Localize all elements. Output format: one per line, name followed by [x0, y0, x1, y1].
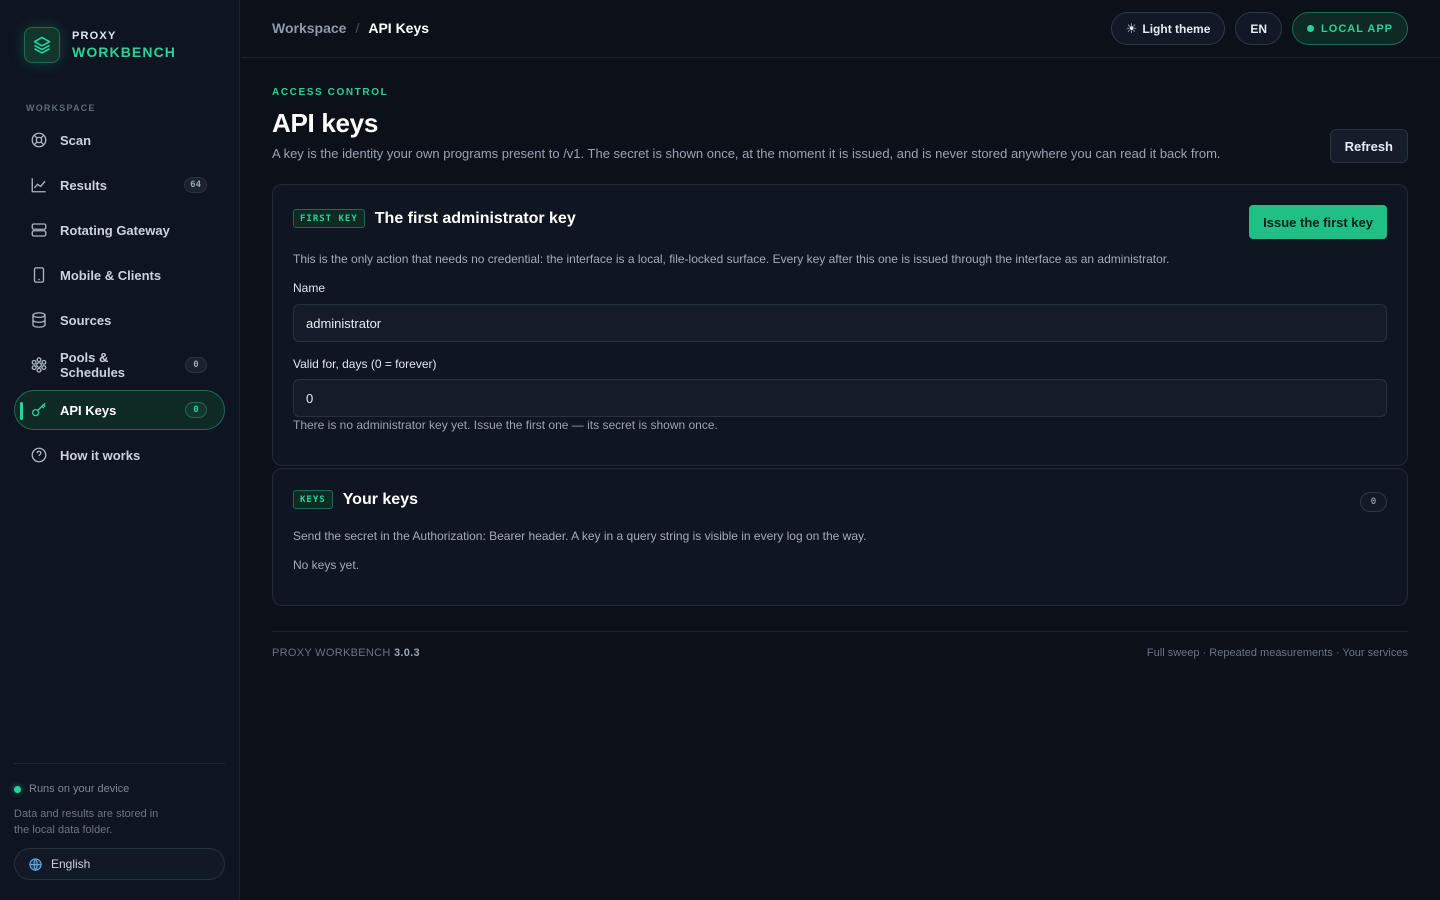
card-header: KEYS Your keys — [293, 490, 418, 509]
top-bar: Workspace / API Keys ☀ Light theme EN LO… — [241, 0, 1440, 58]
sidebar-item-scan[interactable]: Scan — [14, 120, 225, 160]
language-select-value: English — [51, 857, 91, 871]
valid-days-label: Valid for, days (0 = forever) — [293, 357, 437, 371]
page-description: A key is the identity your own programs … — [272, 146, 1221, 161]
sidebar-item-mobile-clients[interactable]: Mobile & Clients — [14, 255, 225, 295]
help-icon — [29, 445, 49, 465]
count-badge: 0 — [185, 357, 207, 373]
local-app-badge: LOCAL APP — [1292, 12, 1408, 45]
language-button[interactable]: EN — [1235, 12, 1283, 45]
top-actions: ☀ Light theme EN LOCAL APP — [1101, 12, 1408, 45]
sidebar-item-label-line2: Schedules — [60, 365, 126, 380]
name-field[interactable] — [293, 304, 1387, 342]
theme-toggle-button[interactable]: ☀ Light theme — [1110, 12, 1226, 45]
device-status-text: Runs on your device — [29, 783, 130, 795]
scan-icon — [29, 130, 49, 150]
footer-product: PROXY WORKBENCH 3.0.3 — [272, 647, 420, 659]
device-note: Data and results are stored in the local… — [14, 808, 159, 836]
page-title: API keys — [272, 108, 379, 138]
mobile-icon — [29, 265, 49, 285]
chart-icon — [29, 175, 49, 195]
cog-cluster-icon — [29, 355, 49, 375]
sidebar-item-label: Results — [60, 177, 107, 193]
keys-card: KEYS Your keys 0 Send the secret in the … — [272, 468, 1408, 606]
database-icon — [29, 310, 49, 330]
first-key-card: FIRST KEY The first administrator key Is… — [272, 184, 1408, 466]
sidebar-item-pools-schedules[interactable]: Pools & Schedules 0 — [14, 345, 225, 385]
keys-count-badge: 0 — [1360, 492, 1387, 512]
sidebar-item-how-it-works[interactable]: How it works — [14, 435, 225, 475]
section-eyebrow: ACCESS CONTROL — [272, 87, 389, 98]
sidebar-item-label: Pools & Schedules — [60, 350, 125, 380]
sidebar-item-label: Sources — [60, 312, 112, 328]
sidebar: PROXY WORKBENCH WORKSPACE Scan Results 6… — [0, 0, 240, 900]
brand[interactable]: PROXY WORKBENCH — [24, 27, 176, 63]
card-description: Send the secret in the Authorization: Be… — [293, 529, 867, 543]
valid-days-field[interactable] — [293, 379, 1387, 417]
sidebar-item-label: API Keys — [60, 402, 117, 418]
sidebar-item-sources[interactable]: Sources — [14, 300, 225, 340]
first-key-tag: FIRST KEY — [293, 209, 365, 228]
device-status: Runs on your device — [14, 783, 129, 795]
status-dot-icon — [14, 785, 21, 793]
breadcrumb-current: API Keys — [368, 20, 430, 36]
no-admin-key-hint: There is no administrator key yet. Issue… — [293, 418, 718, 432]
sidebar-item-results[interactable]: Results 64 — [14, 165, 225, 205]
card-title: Your keys — [342, 490, 418, 508]
footer-divider — [272, 631, 1408, 632]
footer-version: 3.0.3 — [393, 647, 420, 659]
brand-name-top: PROXY — [72, 30, 117, 42]
breadcrumb-root[interactable]: Workspace — [272, 20, 346, 36]
sun-icon: ☀ — [1125, 20, 1138, 36]
sidebar-item-label: Rotating Gateway — [60, 222, 170, 238]
issue-first-key-button[interactable]: Issue the first key — [1249, 205, 1387, 239]
count-badge: 0 — [185, 402, 207, 418]
card-header: FIRST KEY The first administrator key — [293, 209, 576, 228]
sidebar-item-label: Mobile & Clients — [60, 267, 162, 283]
nav-section-label: WORKSPACE — [26, 103, 96, 113]
brand-name-bottom: WORKBENCH — [72, 44, 177, 60]
theme-toggle-label: Light theme — [1142, 21, 1211, 36]
name-label: Name — [293, 281, 326, 295]
sidebar-divider — [14, 763, 225, 764]
sidebar-item-label-line1: Pools & — [60, 350, 109, 365]
card-description: This is the only action that needs no cr… — [293, 252, 1170, 266]
breadcrumb-separator: / — [355, 20, 360, 36]
language-select[interactable]: English — [14, 848, 225, 880]
breadcrumb: Workspace / API Keys — [272, 20, 429, 36]
globe-icon — [29, 857, 42, 871]
sidebar-item-rotating-gateway[interactable]: Rotating Gateway — [14, 210, 225, 250]
sidebar-nav: Scan Results 64 Rotating Gateway Mobile … — [14, 120, 225, 480]
layers-icon — [24, 27, 60, 63]
sidebar-item-api-keys[interactable]: API Keys 0 — [14, 390, 225, 430]
local-app-label: LOCAL APP — [1321, 22, 1393, 35]
empty-state: No keys yet. — [293, 558, 360, 572]
footer-product-name: PROXY WORKBENCH — [272, 647, 391, 659]
count-badge: 64 — [184, 177, 207, 193]
server-icon — [29, 220, 49, 240]
refresh-button[interactable]: Refresh — [1329, 129, 1408, 163]
footer-links: Full sweep · Repeated measurements · You… — [1146, 647, 1408, 659]
card-title: The first administrator key — [374, 209, 576, 227]
sidebar-item-label: Scan — [60, 132, 92, 148]
sidebar-item-label: How it works — [60, 447, 141, 463]
key-icon — [29, 400, 49, 420]
status-dot-icon — [1307, 25, 1315, 32]
keys-tag: KEYS — [293, 490, 333, 509]
